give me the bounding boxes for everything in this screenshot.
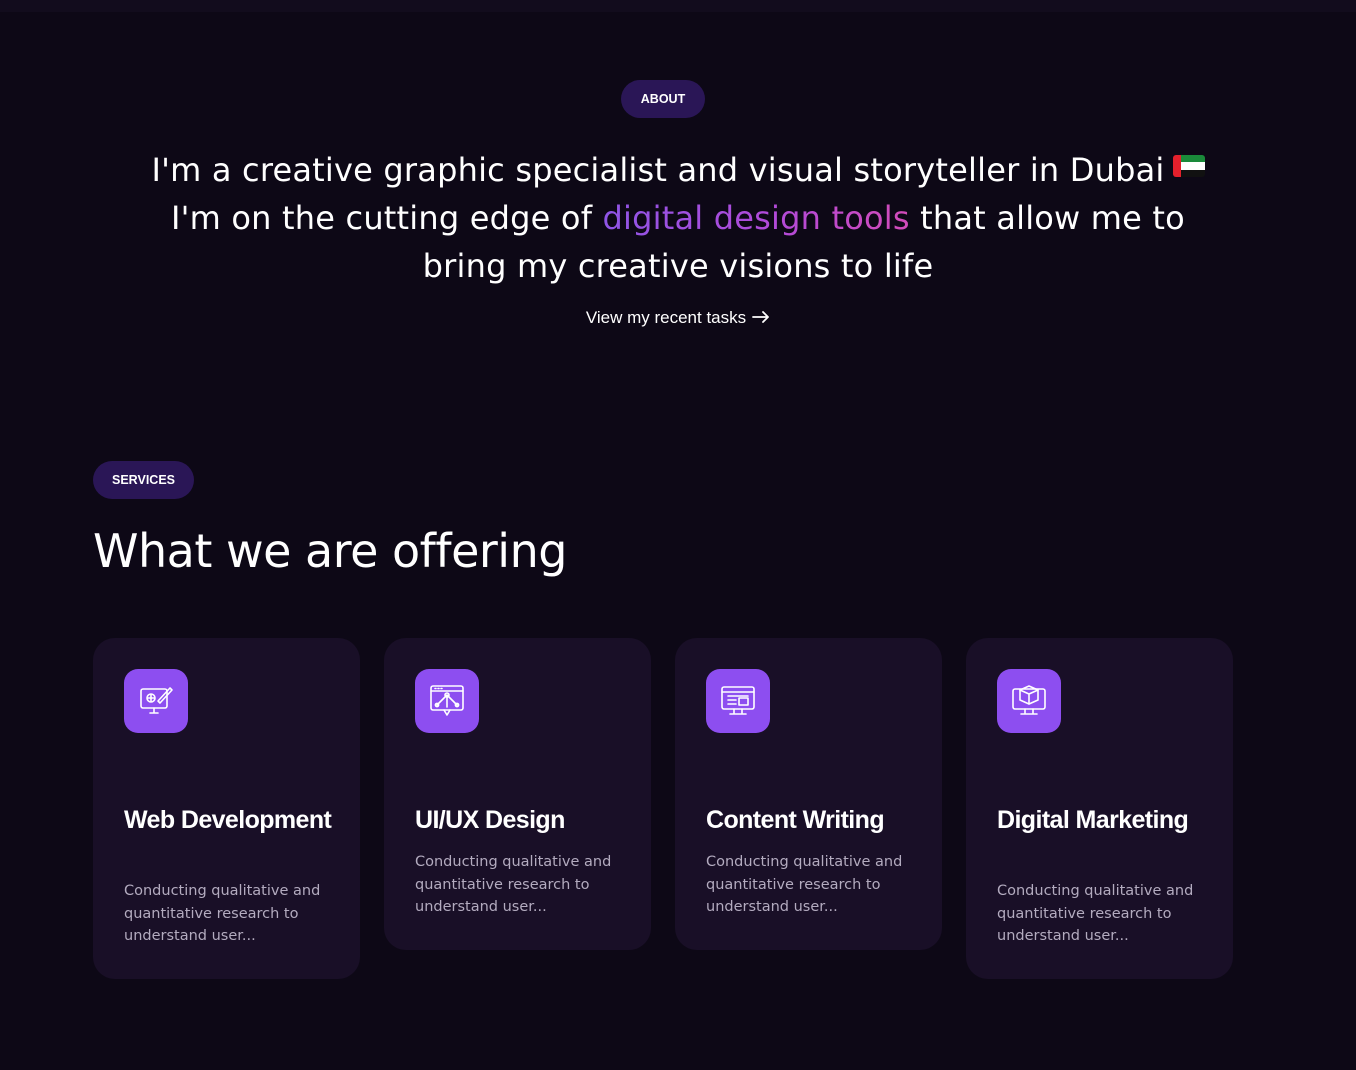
page: ABOUT I'm a creative graphic specialist … (0, 0, 1356, 1070)
service-card-web-development[interactable]: Web Development Conducting qualitative a… (93, 638, 360, 979)
about-line-2-after: that allow me to (909, 199, 1185, 237)
uae-flag-icon (1172, 155, 1205, 177)
digital-marketing-cube-icon (997, 669, 1061, 733)
view-recent-tasks-label: View my recent tasks (585, 308, 747, 327)
ui-ux-design-icon (415, 669, 479, 733)
about-line-2-before: I'm on the cutting edge of (171, 199, 603, 237)
about-statement: I'm a creative graphic specialist and vi… (100, 146, 1256, 290)
about-line-1-text: I'm a creative graphic specialist and vi… (151, 151, 1165, 189)
top-strip (0, 0, 1356, 12)
card-title: Content Writing (706, 806, 885, 834)
about-highlight: digital design tools (602, 199, 910, 237)
service-card-ui-ux-design[interactable]: UI/UX Design Conducting qualitative and … (384, 638, 651, 950)
card-title: UI/UX Design (415, 806, 565, 834)
service-card-content-writing[interactable]: Content Writing Conducting qualitative a… (675, 638, 942, 950)
card-title: Web Development (124, 806, 332, 834)
web-design-monitor-icon (124, 669, 188, 733)
card-description: Conducting qualitative and quantitative … (415, 854, 612, 915)
card-description: Conducting qualitative and quantitative … (124, 883, 321, 944)
about-badge: ABOUT (621, 80, 705, 118)
card-description: Conducting qualitative and quantitative … (706, 854, 903, 915)
about-line-3: bring my creative visions to life (422, 247, 934, 285)
service-card-digital-marketing[interactable]: Digital Marketing Conducting qualitative… (966, 638, 1233, 979)
services-title: What we are offering (93, 524, 567, 578)
card-title: Digital Marketing (997, 806, 1189, 834)
about-line-2: I'm on the cutting edge of digital desig… (100, 194, 1256, 242)
about-line-1: I'm a creative graphic specialist and vi… (100, 146, 1256, 194)
arrow-right-icon (752, 305, 770, 331)
view-recent-tasks-link[interactable]: View my recent tasks (0, 305, 1356, 331)
card-description: Conducting qualitative and quantitative … (997, 883, 1194, 944)
content-writing-monitor-icon (706, 669, 770, 733)
services-badge: SERVICES (93, 461, 194, 499)
